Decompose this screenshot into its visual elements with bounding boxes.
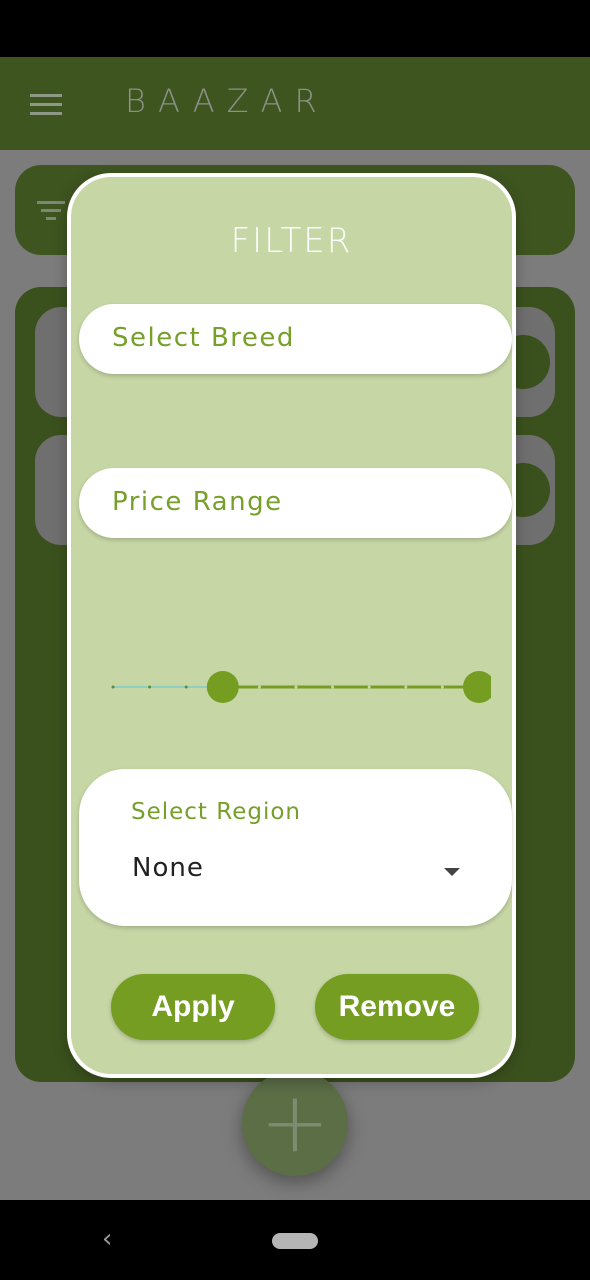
- slider-min-thumb[interactable]: [206, 671, 239, 703]
- filter-dialog: FILTER Select Breed Price Range Select R…: [67, 173, 516, 1078]
- slider-tick: [111, 685, 115, 689]
- slider-tick: [294, 685, 298, 689]
- slider-tick: [404, 685, 408, 689]
- price-range-placeholder: Price Range: [112, 487, 283, 517]
- dialog-title: FILTER: [230, 221, 353, 261]
- slider-tick: [440, 685, 444, 689]
- slider-tick: [331, 685, 335, 689]
- remove-button[interactable]: Remove: [315, 974, 479, 1040]
- hamburger-menu-icon[interactable]: [30, 94, 62, 115]
- slider-max-thumb[interactable]: [463, 671, 491, 703]
- slider-tick: [184, 685, 188, 689]
- filter-icon[interactable]: [37, 201, 65, 221]
- add-listing-button[interactable]: +: [242, 1070, 348, 1176]
- system-nav-bar: ‹: [0, 1200, 590, 1280]
- home-pill-icon[interactable]: [272, 1233, 318, 1249]
- status-bar: [0, 0, 590, 57]
- dropdown-caret-icon[interactable]: [444, 868, 460, 876]
- region-selected-value[interactable]: None: [132, 853, 204, 883]
- region-label: Select Region: [131, 799, 302, 825]
- slider-tick: [367, 685, 371, 689]
- price-range-slider[interactable]: [111, 667, 491, 707]
- breed-placeholder: Select Breed: [112, 323, 295, 353]
- plus-icon: +: [259, 1073, 331, 1171]
- breed-select-field[interactable]: Select Breed: [79, 304, 512, 374]
- app-title: BAAZAR: [125, 82, 329, 120]
- slider-tick: [148, 685, 152, 689]
- slider-tick: [257, 685, 261, 689]
- price-range-field[interactable]: Price Range: [79, 468, 512, 538]
- region-dropdown[interactable]: Select Region None: [79, 769, 512, 926]
- app-bar: BAAZAR: [0, 57, 590, 150]
- apply-button[interactable]: Apply: [111, 974, 275, 1040]
- back-chevron-icon[interactable]: ‹: [102, 1224, 112, 1254]
